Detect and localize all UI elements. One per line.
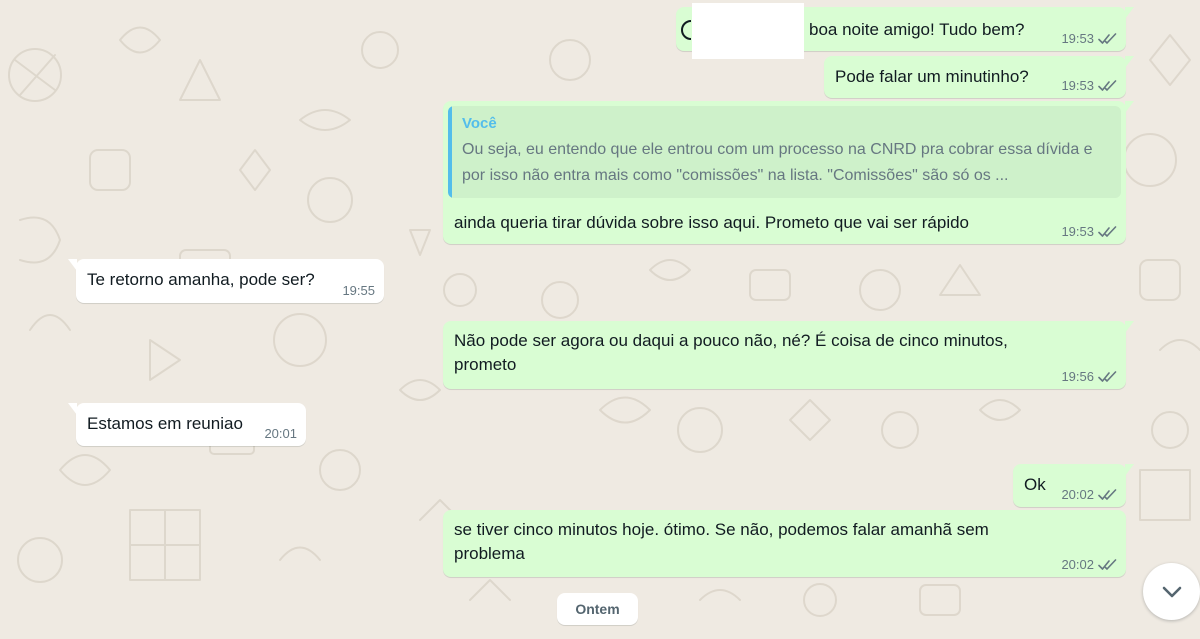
message-text: boa noite amigo! Tudo bem? — [809, 20, 1025, 39]
double-check-icon — [1098, 370, 1117, 382]
message-bubble-outgoing-reply[interactable]: Você Ou seja, eu entendo que ele entrou … — [443, 101, 1134, 244]
quote-text: Ou seja, eu entendo que ele entrou com u… — [462, 141, 1093, 184]
quote-accent-bar — [448, 106, 452, 198]
message-bubble-outgoing[interactable]: Pode falar um minutinho? 19:53 — [824, 56, 1134, 98]
message-meta: 19:53 — [1061, 78, 1117, 93]
scroll-to-bottom-button[interactable] — [1143, 563, 1200, 620]
message-meta: 19:53 — [1061, 31, 1117, 46]
message-meta: 19:56 — [1061, 369, 1117, 384]
message-meta: 20:02 — [1061, 557, 1117, 572]
message-text: se tiver cinco minutos hoje. ótimo. Se n… — [454, 520, 994, 563]
message-time: 20:02 — [1061, 487, 1094, 502]
quoted-message[interactable]: Você Ou seja, eu entendo que ele entrou … — [448, 106, 1121, 198]
message-meta: 20:02 — [1061, 487, 1117, 502]
message-bubble-outgoing[interactable]: Não pode ser agora ou daqui a pouco não,… — [443, 321, 1134, 389]
message-time: 20:02 — [1061, 557, 1094, 572]
redacted-area — [692, 3, 804, 59]
message-time: 20:01 — [264, 426, 297, 441]
message-time: 19:56 — [1061, 369, 1094, 384]
message-bubble-outgoing[interactable]: Ok 20:02 — [1013, 464, 1134, 507]
message-time: 19:53 — [1061, 31, 1094, 46]
message-text: ainda queria tirar dúvida sobre isso aqu… — [454, 213, 970, 232]
message-time: 19:53 — [1061, 78, 1094, 93]
chevron-down-icon — [1162, 586, 1181, 597]
double-check-icon — [1098, 488, 1117, 500]
redacted-avatar-edge-icon — [681, 20, 692, 40]
message-bubble-incoming[interactable]: Estamos em reuniao 20:01 — [68, 403, 306, 446]
message-bubble-incoming[interactable]: Te retorno amanha, pode ser? 19:55 — [68, 259, 384, 303]
double-check-icon — [1098, 32, 1117, 44]
double-check-icon — [1098, 225, 1117, 237]
message-meta: 20:01 — [264, 426, 297, 441]
message-meta: 19:55 — [342, 283, 375, 298]
message-text: Não pode ser agora ou daqui a pouco não,… — [454, 331, 1013, 374]
date-divider: Ontem — [557, 593, 638, 625]
double-check-icon — [1098, 79, 1117, 91]
message-time: 19:53 — [1061, 224, 1094, 239]
message-text: Te retorno amanha, pode ser? — [87, 270, 315, 289]
message-bubble-outgoing[interactable]: se tiver cinco minutos hoje. ótimo. Se n… — [443, 510, 1126, 577]
quote-author: Você — [462, 115, 497, 132]
message-time: 19:55 — [342, 283, 375, 298]
double-check-icon — [1098, 558, 1117, 570]
message-meta: 19:53 — [1061, 224, 1117, 239]
